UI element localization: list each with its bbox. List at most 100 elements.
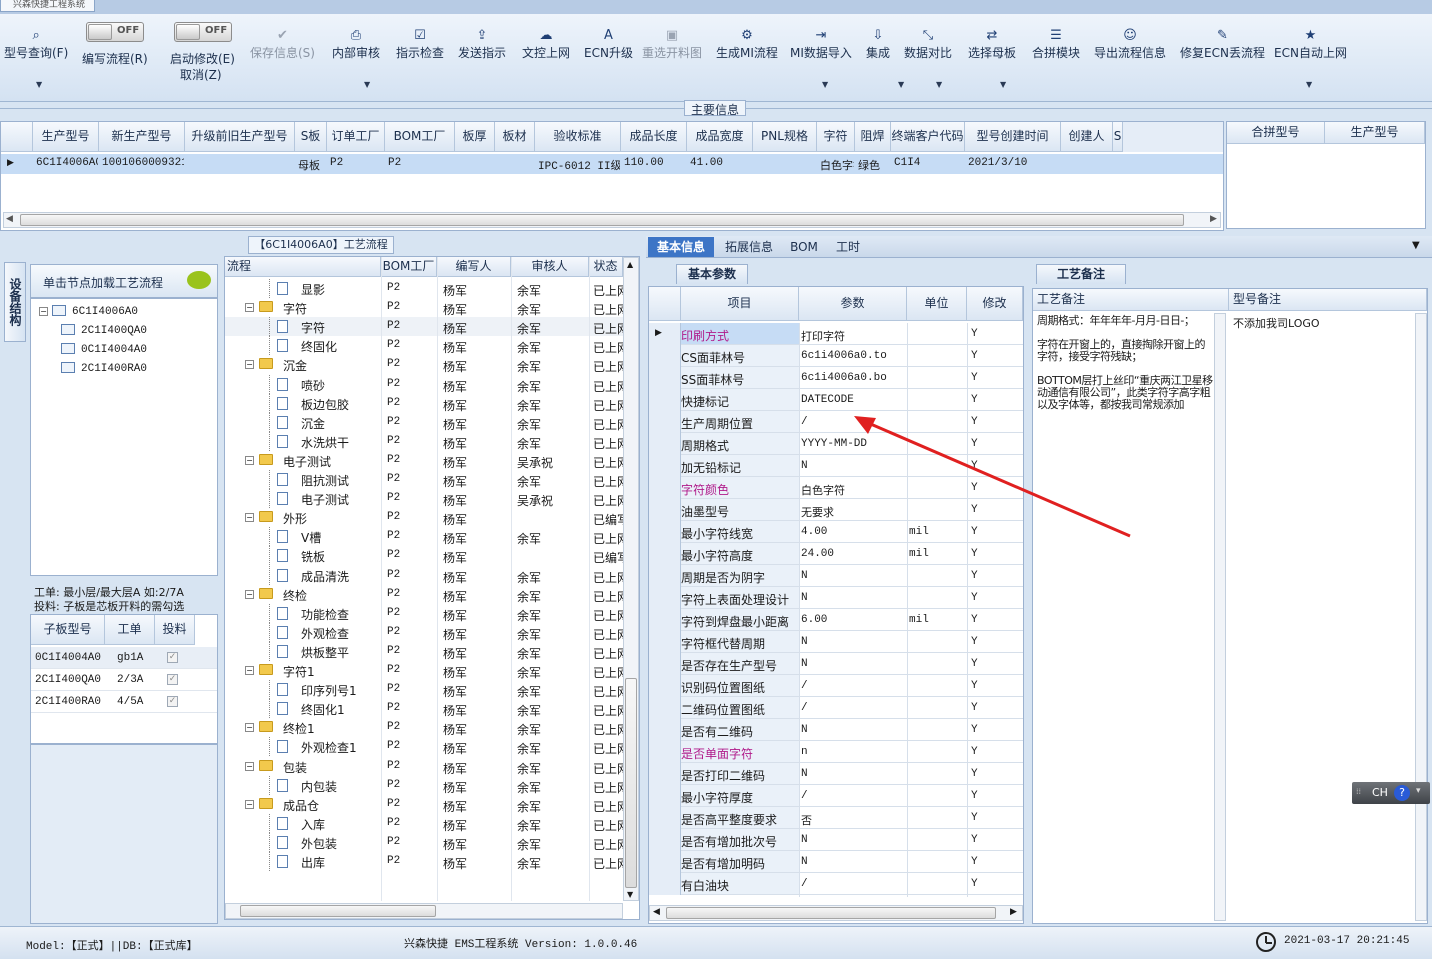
param-modify[interactable]: Y	[971, 702, 978, 714]
process-row[interactable]: 字符 P2 杨军 余军 已上网	[225, 317, 623, 337]
window-tab[interactable]: 兴森快捷工程系统	[0, 0, 95, 12]
collapse-icon[interactable]: −	[245, 761, 254, 771]
param-column-header[interactable]: 参数	[799, 287, 907, 321]
scroll-up-icon[interactable]: ▲	[627, 260, 633, 269]
toggle-switch-1[interactable]: OFF	[174, 22, 232, 42]
param-modify[interactable]: Y	[971, 834, 978, 846]
process-row[interactable]: − 成品仓 P2 杨军 余军 已上网	[225, 795, 623, 814]
param-modify[interactable]: Y	[971, 658, 978, 670]
toolbar-button-4[interactable]: ⇪ 发送指示	[458, 28, 506, 61]
scroll-thumb[interactable]	[625, 678, 637, 888]
column-header[interactable]: 字符	[817, 122, 855, 152]
model-remark-text[interactable]: 不添加我司LOGO	[1233, 315, 1320, 331]
column-header[interactable]: 生产型号	[33, 122, 99, 152]
process-row[interactable]: − 字符1 P2 杨军 余军 已上网	[225, 661, 623, 680]
toolbar-button-6[interactable]: A ECN升级	[584, 28, 633, 61]
ime-language[interactable]: CH	[1372, 786, 1388, 799]
toolbar-button-9[interactable]: ⇥ MI数据导入	[790, 28, 852, 61]
scroll-thumb[interactable]	[20, 214, 1184, 226]
cell[interactable]: 41.00	[690, 157, 752, 169]
column-header[interactable]: 升级前旧生产型号	[185, 122, 295, 152]
toolbar-button-14[interactable]: ☺ 导出流程信息	[1094, 28, 1166, 61]
collapse-icon[interactable]: −	[245, 799, 254, 809]
process-row[interactable]: − 字符 P2 杨军 余军 已上网	[225, 298, 623, 317]
cell[interactable]: 白色字符	[820, 157, 854, 173]
param-value[interactable]: /	[801, 416, 808, 428]
cell[interactable]: 110.00	[624, 157, 686, 169]
toggle-switch-0[interactable]: OFF	[86, 22, 144, 42]
scroll-left-icon[interactable]: ◀	[653, 907, 660, 917]
process-row[interactable]: 显影 P2 杨军 余军 已上网	[225, 279, 623, 298]
column-header[interactable]: 新生产型号	[99, 122, 185, 152]
column-header[interactable]: BOM工厂	[385, 122, 455, 152]
param-modify[interactable]: Y	[971, 724, 978, 736]
process-column-header[interactable]: BOM工厂	[381, 257, 437, 277]
process-row[interactable]: 阻抗测试 P2 杨军 余军 已上网	[225, 470, 623, 489]
param-value[interactable]: N	[801, 856, 808, 868]
device-structure-tab[interactable]: 设备结构	[4, 262, 26, 342]
param-modify[interactable]: Y	[971, 614, 978, 626]
process-row[interactable]: 沉金 P2 杨军 余军 已上网	[225, 412, 623, 432]
table-row[interactable]: 2C1I400QA0 2/3A ✓	[31, 669, 217, 691]
table-row[interactable]: 2C1I400RA0 4/5A ✓	[31, 691, 217, 713]
toolbar-button-11[interactable]: ⤡ 数据对比	[904, 28, 952, 61]
merge-model-header[interactable]: 合拼型号	[1227, 122, 1325, 144]
param-modify[interactable]: Y	[971, 548, 978, 560]
process-row[interactable]: − 外形 P2 杨军 已编写	[225, 508, 623, 527]
param-modify[interactable]: Y	[971, 812, 978, 824]
ime-widget[interactable]: ⁞⁞ CH ? ▾	[1352, 782, 1430, 804]
collapse-icon[interactable]: −	[245, 666, 254, 675]
param-value[interactable]: N	[801, 592, 808, 604]
chevron-down-icon[interactable]: ▼	[936, 80, 942, 89]
param-value[interactable]: N	[801, 768, 808, 780]
process-grid[interactable]: 流程BOM工厂编写人审核人状态 显影P2杨军余军已上网−字符P2杨军余军已上网字…	[224, 256, 640, 920]
param-value[interactable]: 24.00	[801, 548, 834, 560]
param-modify[interactable]: Y	[971, 856, 978, 868]
column-header[interactable]: 成品长度	[621, 122, 687, 152]
process-row[interactable]: V槽 P2 杨军 余军 已上网	[225, 527, 623, 547]
param-value[interactable]: 否	[801, 812, 812, 828]
param-value[interactable]: N	[801, 570, 808, 582]
sub-column-header[interactable]: 投料	[155, 615, 195, 645]
column-header[interactable]: 阻焊	[855, 122, 891, 152]
params-horizontal-scrollbar[interactable]: ◀ ▶	[649, 905, 1023, 921]
column-header[interactable]: PNL规格	[753, 122, 817, 152]
toolbar-button-10[interactable]: ⇩ 集成	[866, 28, 890, 61]
cancel-label[interactable]: 取消(Z)	[180, 66, 222, 83]
param-value[interactable]: 4.00	[801, 526, 827, 538]
process-row[interactable]: − 电子测试 P2 杨军 吴承祝 已上网	[225, 451, 623, 470]
ime-menu-icon[interactable]: ▾	[1416, 786, 1421, 796]
process-row[interactable]: 电子测试 P2 杨军 吴承祝 已上网	[225, 489, 623, 509]
tree-node[interactable]: 2C1I400QA0	[61, 322, 147, 340]
param-modify[interactable]: Y	[971, 350, 978, 362]
table-row[interactable]: ▶ 6C1I4006A0 10010600093212 母板 P2 P2 IPC-6012 …	[1, 154, 1223, 174]
param-modify[interactable]: Y	[971, 680, 978, 692]
cell[interactable]: 10010600093212	[102, 157, 184, 169]
sub-order[interactable]: gb1A	[117, 652, 143, 664]
toolbar-button-7[interactable]: ▣ 重选开料图	[642, 28, 702, 61]
process-column-header[interactable]: 编写人	[437, 257, 511, 277]
chevron-down-icon[interactable]: ▼	[364, 80, 370, 89]
scroll-left-icon[interactable]: ◀	[6, 214, 13, 224]
toolbar-button-5[interactable]: ☁ 文控上网	[522, 28, 570, 61]
process-row[interactable]: 喷砂 P2 杨军 余军 已上网	[225, 374, 623, 394]
scroll-right-icon[interactable]: ▶	[1010, 907, 1017, 917]
chevron-down-icon[interactable]: ▼	[1000, 80, 1006, 89]
column-header[interactable]: S板	[295, 122, 327, 152]
process-row[interactable]: 入库 P2 杨军 余军 已上网	[225, 813, 623, 833]
production-model-header[interactable]: 生产型号	[1325, 122, 1425, 144]
scroll-down-icon[interactable]: ▼	[627, 890, 633, 899]
feed-checkbox[interactable]: ✓	[167, 674, 178, 685]
toolbar-button-3[interactable]: ☑ 指示检查	[396, 28, 444, 61]
process-row[interactable]: 水洗烘干 P2 杨军 余军 已上网	[225, 431, 623, 451]
param-value[interactable]: DATECODE	[801, 394, 854, 406]
param-value[interactable]: /	[801, 702, 808, 714]
collapse-icon[interactable]: −	[245, 360, 254, 370]
cell[interactable]: 母板	[298, 157, 326, 173]
toolbar-button-1[interactable]: ✔ 保存信息(S)	[250, 28, 315, 61]
param-modify[interactable]: Y	[971, 878, 978, 890]
process-vertical-scrollbar[interactable]: ▲ ▼	[623, 257, 639, 901]
sub-order[interactable]: 2/3A	[117, 674, 143, 686]
process-remark-header[interactable]: 工艺备注	[1033, 289, 1229, 311]
model-remark-scrollbar[interactable]	[1415, 313, 1427, 921]
